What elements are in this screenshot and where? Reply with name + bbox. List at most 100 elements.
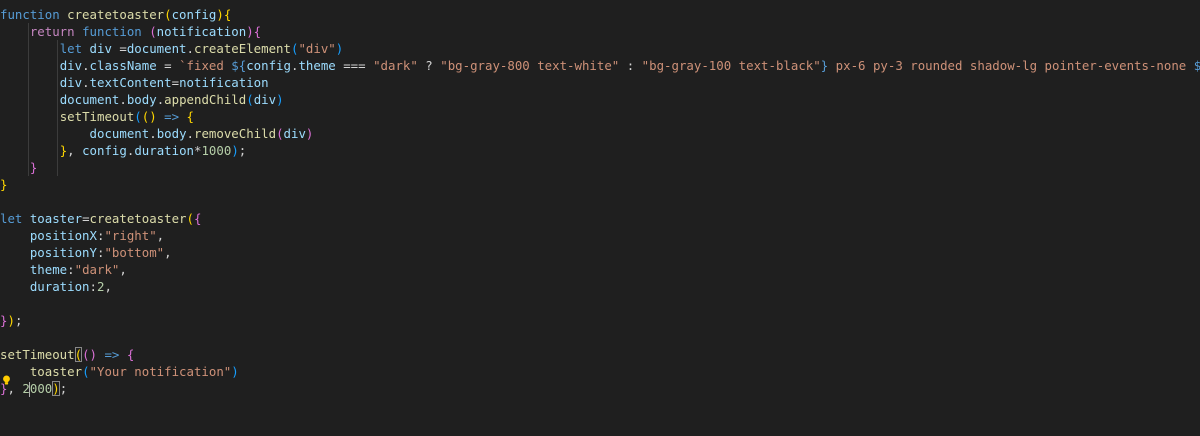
code-token: ; (14, 313, 23, 328)
code-token: "bg-gray-800 text-white" (440, 58, 620, 73)
code-token: toaster (29, 211, 83, 226)
code-token: . (119, 92, 127, 107)
code-line[interactable]: return function (notification){ (0, 23, 261, 40)
code-token: ${ (1193, 58, 1200, 73)
code-line[interactable]: positionY:"bottom", (0, 244, 172, 261)
code-token: , (119, 262, 127, 277)
code-token: document (89, 126, 150, 141)
code-token: ( (134, 109, 142, 124)
code-token: ) (7, 313, 15, 328)
code-line[interactable]: let div =document.createElement("div") (0, 40, 344, 57)
code-token: "dark" (373, 58, 418, 73)
code-token: { (186, 109, 195, 124)
code-line[interactable]: } (0, 176, 7, 193)
code-line[interactable]: duration:2, (0, 278, 112, 295)
code-token: div (59, 75, 83, 90)
code-token: , (164, 245, 172, 260)
matched-bracket: ( (74, 347, 83, 362)
code-token: setTimeout (59, 109, 135, 124)
code-token: "bottom" (104, 245, 165, 260)
code-token: => (97, 347, 127, 362)
code-token: notification (156, 24, 247, 39)
code-token: config (82, 143, 127, 158)
code-token: function (82, 24, 150, 39)
code-token: ) (216, 7, 224, 22)
code-token: === (335, 58, 374, 73)
code-token: ${ (231, 58, 247, 73)
code-token: ( (246, 92, 254, 107)
code-token: document (126, 41, 187, 56)
code-line[interactable]: positionX:"right", (0, 227, 164, 244)
code-token: "Your notification" (89, 364, 232, 379)
code-token: theme (298, 58, 336, 73)
code-token: = (156, 58, 180, 73)
code-token: createtoaster (67, 7, 165, 22)
code-token: body (156, 126, 187, 141)
code-token: div (283, 126, 306, 141)
code-token: : (67, 262, 75, 277)
code-token: } (29, 160, 38, 175)
code-line[interactable]: div.className = `fixed ${config.theme ==… (0, 57, 1200, 74)
code-editor[interactable]: function createtoaster(config){ return f… (0, 0, 1200, 436)
code-token: ; (59, 381, 68, 396)
code-token: ) (335, 41, 344, 56)
code-token: px-6 py-3 rounded shadow-lg pointer-even… (828, 58, 1194, 73)
code-token: : (89, 279, 97, 294)
code-token: ) (246, 24, 254, 39)
code-token: appendChild (164, 92, 247, 107)
code-token: duration (29, 279, 90, 294)
code-token: } (0, 177, 8, 192)
code-token: ? (417, 58, 441, 73)
code-token: . (82, 75, 90, 90)
code-token: ) (305, 126, 314, 141)
code-token: ( (149, 24, 157, 39)
code-token: . (186, 126, 194, 141)
code-token: let (0, 211, 30, 226)
code-token: document (59, 92, 120, 107)
code-token: "bg-gray-100 text-black" (641, 58, 821, 73)
code-token: function (0, 7, 68, 22)
code-token: div (89, 41, 120, 56)
code-token: `fixed (179, 58, 232, 73)
code-line[interactable]: theme:"dark", (0, 261, 127, 278)
code-line[interactable]: setTimeout(() => { (0, 108, 194, 125)
code-token: . (149, 126, 157, 141)
code-token: body (126, 92, 157, 107)
code-line[interactable]: toaster("Your notification") (0, 363, 239, 380)
code-token: toaster (29, 364, 83, 379)
code-token: positionX (29, 228, 97, 243)
code-token: notification (179, 75, 269, 90)
code-line[interactable]: }); (0, 312, 22, 329)
code-line[interactable]: let toaster=createtoaster({ (0, 210, 201, 227)
code-token: setTimeout (0, 347, 75, 362)
code-token: 1000 (201, 143, 232, 158)
code-line[interactable]: setTimeout(() => { (0, 346, 134, 363)
code-line[interactable]: document.body.appendChild(div) (0, 91, 284, 108)
lightbulb-icon[interactable] (2, 375, 11, 386)
code-token: removeChild (194, 126, 277, 141)
code-token: createtoaster (89, 211, 187, 226)
code-token: className (89, 58, 157, 73)
code-token: return (29, 24, 83, 39)
code-token: createElement (194, 41, 291, 56)
code-line[interactable]: function createtoaster(config){ (0, 6, 231, 23)
code-line[interactable]: document.body.removeChild(div) (0, 125, 314, 142)
code-line[interactable]: div.textContent=notification (0, 74, 269, 91)
code-token: "div" (298, 41, 336, 56)
code-token: ; (238, 143, 247, 158)
code-token: . (186, 41, 194, 56)
code-line[interactable]: } (0, 159, 37, 176)
code-token: positionY (29, 245, 97, 260)
code-line[interactable]: }, config.duration*1000); (0, 142, 247, 159)
matched-bracket: ) (52, 381, 60, 396)
